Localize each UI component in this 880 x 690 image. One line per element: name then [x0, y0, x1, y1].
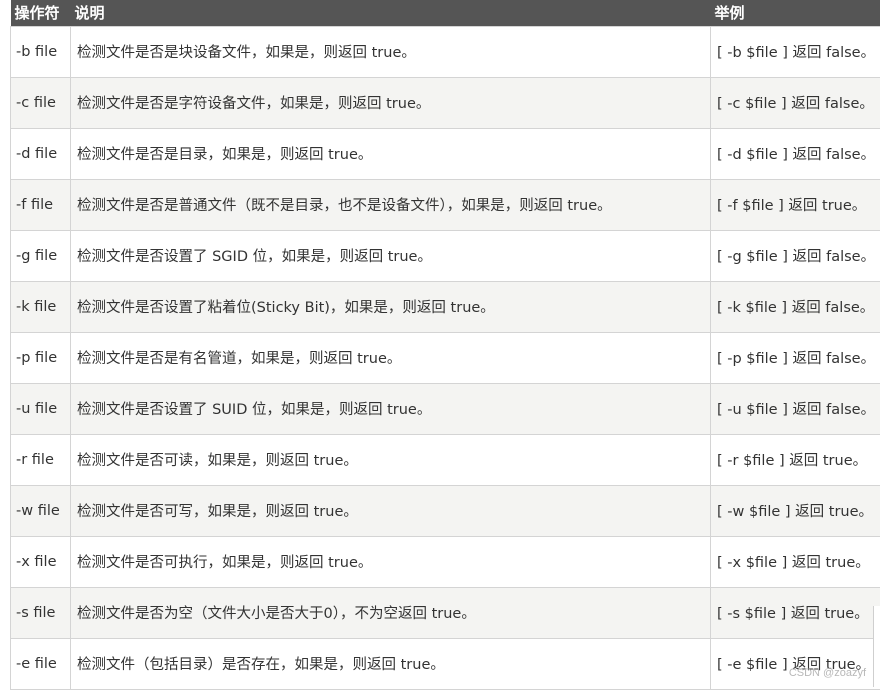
operator-cell: -d file [11, 128, 71, 179]
operator-cell: -p file [11, 332, 71, 383]
table-row: -w file 检测文件是否可写，如果是，则返回 true。 [ -w $fil… [11, 485, 880, 536]
watermark: CSDN @zoazyf [789, 667, 866, 679]
description-cell: 检测文件是否可写，如果是，则返回 true。 [71, 485, 711, 536]
example-cell: [ -g $file ] 返回 false。 [711, 230, 880, 281]
table-row: -p file 检测文件是否是有名管道，如果是，则返回 true。 [ -p $… [11, 332, 880, 383]
table-row: -c file 检测文件是否是字符设备文件，如果是，则返回 true。 [ -c… [11, 77, 880, 128]
header-description: 说明 [71, 0, 711, 26]
example-cell: [ -x $file ] 返回 true。 [711, 536, 880, 587]
description-cell: 检测文件是否设置了 SUID 位，如果是，则返回 true。 [71, 383, 711, 434]
header-operator: 操作符 [11, 0, 71, 26]
header-example: 举例 [711, 0, 880, 26]
example-cell: [ -f $file ] 返回 true。 [711, 179, 880, 230]
table-row: -e file 检测文件（包括目录）是否存在，如果是，则返回 true。 [ -… [11, 638, 880, 689]
example-cell: [ -r $file ] 返回 true。 [711, 434, 880, 485]
example-cell: [ -u $file ] 返回 false。 [711, 383, 880, 434]
page-edge-divider [873, 606, 880, 687]
operator-cell: -f file [11, 179, 71, 230]
example-cell: [ -k $file ] 返回 false。 [711, 281, 880, 332]
table-row: -b file 检测文件是否是块设备文件，如果是，则返回 true。 [ -b … [11, 26, 880, 77]
description-cell: 检测文件是否是有名管道，如果是，则返回 true。 [71, 332, 711, 383]
description-cell: 检测文件（包括目录）是否存在，如果是，则返回 true。 [71, 638, 711, 689]
description-cell: 检测文件是否为空（文件大小是否大于0），不为空返回 true。 [71, 587, 711, 638]
table-row: -f file 检测文件是否是普通文件（既不是目录，也不是设备文件），如果是，则… [11, 179, 880, 230]
description-cell: 检测文件是否是字符设备文件，如果是，则返回 true。 [71, 77, 711, 128]
operator-cell: -x file [11, 536, 71, 587]
example-cell: [ -p $file ] 返回 false。 [711, 332, 880, 383]
operator-cell: -c file [11, 77, 71, 128]
description-cell: 检测文件是否是块设备文件，如果是，则返回 true。 [71, 26, 711, 77]
operator-cell: -g file [11, 230, 71, 281]
header-row: 操作符 说明 举例 [11, 0, 880, 26]
example-cell: [ -c $file ] 返回 false。 [711, 77, 880, 128]
table-header: 操作符 说明 举例 [11, 0, 880, 26]
operator-cell: -u file [11, 383, 71, 434]
operator-cell: -w file [11, 485, 71, 536]
table-body: -b file 检测文件是否是块设备文件，如果是，则返回 true。 [ -b … [11, 26, 880, 689]
description-cell: 检测文件是否是普通文件（既不是目录，也不是设备文件），如果是，则返回 true。 [71, 179, 711, 230]
example-cell: [ -e $file ] 返回 true。 [711, 638, 880, 689]
description-cell: 检测文件是否可执行，如果是，则返回 true。 [71, 536, 711, 587]
operator-cell: -b file [11, 26, 71, 77]
example-cell: [ -d $file ] 返回 false。 [711, 128, 880, 179]
table-row: -s file 检测文件是否为空（文件大小是否大于0），不为空返回 true。 … [11, 587, 880, 638]
description-cell: 检测文件是否设置了粘着位(Sticky Bit)，如果是，则返回 true。 [71, 281, 711, 332]
operator-cell: -s file [11, 587, 71, 638]
operator-cell: -k file [11, 281, 71, 332]
operator-cell: -r file [11, 434, 71, 485]
example-cell: [ -w $file ] 返回 true。 [711, 485, 880, 536]
table-row: -r file 检测文件是否可读，如果是，则返回 true。 [ -r $fil… [11, 434, 880, 485]
table-row: -g file 检测文件是否设置了 SGID 位，如果是，则返回 true。 [… [11, 230, 880, 281]
example-cell: [ -s $file ] 返回 true。 [711, 587, 880, 638]
operator-cell: -e file [11, 638, 71, 689]
example-cell: [ -b $file ] 返回 false。 [711, 26, 880, 77]
table-row: -u file 检测文件是否设置了 SUID 位，如果是，则返回 true。 [… [11, 383, 880, 434]
description-cell: 检测文件是否是目录，如果是，则返回 true。 [71, 128, 711, 179]
file-test-operators-table: 操作符 说明 举例 -b file 检测文件是否是块设备文件，如果是，则返回 t… [10, 0, 880, 690]
description-cell: 检测文件是否可读，如果是，则返回 true。 [71, 434, 711, 485]
table-row: -x file 检测文件是否可执行，如果是，则返回 true。 [ -x $fi… [11, 536, 880, 587]
table-row: -d file 检测文件是否是目录，如果是，则返回 true。 [ -d $fi… [11, 128, 880, 179]
table-row: -k file 检测文件是否设置了粘着位(Sticky Bit)，如果是，则返回… [11, 281, 880, 332]
description-cell: 检测文件是否设置了 SGID 位，如果是，则返回 true。 [71, 230, 711, 281]
